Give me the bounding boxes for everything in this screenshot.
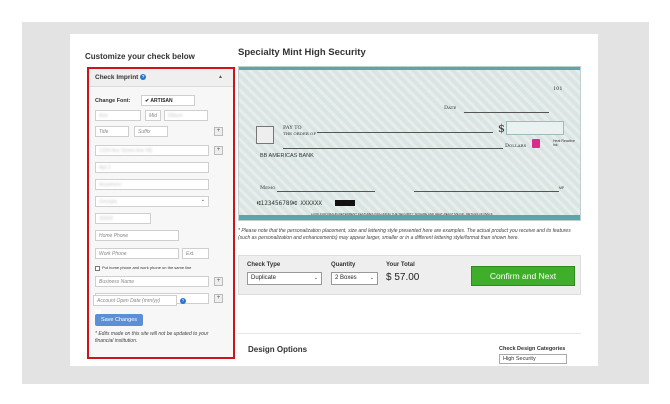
- check-style-title: Specialty Mint High Security: [238, 47, 366, 58]
- city-input[interactable]: Anywhere: [95, 179, 209, 190]
- confirm-next-button[interactable]: Confirm and Next: [471, 266, 575, 286]
- bank-name: BB AMERICAS BANK: [260, 153, 314, 159]
- order-bar: Check Type Duplicate ⌄ Quantity 2 Boxes …: [238, 255, 581, 295]
- same-line-label: Put home phone and work phone on the sam…: [102, 265, 192, 270]
- check-icon: ✔: [145, 98, 150, 104]
- check-number: 101: [553, 86, 563, 92]
- section-divider: [238, 333, 581, 334]
- memo-label: Memo: [260, 185, 276, 191]
- extension-input[interactable]: Ext.: [182, 248, 209, 259]
- total-label: Your Total: [386, 262, 415, 268]
- check-preview: 101 Date Pay to the order of $ Dollars H…: [238, 66, 581, 221]
- help-icon[interactable]: ?: [140, 74, 147, 80]
- suffix-input[interactable]: Suffix: [134, 126, 168, 137]
- heat-reactive-label: Heat Reactive Ink: [553, 139, 575, 147]
- account-open-date-input[interactable]: Account Open Date (mm/yy): [93, 295, 177, 306]
- signature-line: [414, 191, 559, 192]
- total-value: $ 57.00: [386, 272, 420, 283]
- dollar-sign: $: [498, 122, 505, 135]
- font-value: ARTISAN: [150, 98, 173, 104]
- lock-icon: [532, 139, 540, 148]
- account-date-help-icon[interactable]: ?: [180, 298, 186, 304]
- save-changes-button[interactable]: Save Changes: [95, 314, 143, 326]
- state-select[interactable]: Georgia ⌄: [95, 196, 209, 207]
- personalization-notice: * Please note that the personalization p…: [238, 228, 571, 241]
- dollars-label: Dollars: [505, 143, 527, 149]
- redaction-bar: [335, 200, 355, 206]
- check-bottom-stripe: [239, 215, 580, 220]
- check-type-select[interactable]: Duplicate ⌄: [247, 272, 322, 285]
- check-type-label: Check Type: [247, 262, 281, 268]
- design-options-title: Design Options: [248, 345, 308, 354]
- imprint-header[interactable]: Check Imprint ? ▲: [89, 69, 233, 87]
- middle-initial-input[interactable]: Mid: [145, 110, 161, 121]
- check-imprint-panel: Check Imprint ? ▲ Change Font: ✔ ARTISAN…: [87, 67, 235, 359]
- font-select[interactable]: ✔ ARTISAN: [141, 95, 195, 106]
- quantity-select[interactable]: 2 Boxes ⌄: [331, 272, 378, 285]
- work-phone-input[interactable]: Work Phone: [95, 248, 179, 259]
- add-misc-line-button[interactable]: +: [214, 294, 223, 303]
- title-input[interactable]: Title: [95, 126, 129, 137]
- check-top-stripe: [239, 67, 580, 70]
- chevron-down-icon: ⌄: [200, 197, 205, 203]
- design-categories-label: Check Design Categories: [499, 346, 566, 352]
- payee-line: [317, 132, 493, 133]
- security-logo-icon: [256, 126, 274, 144]
- design-categories-select[interactable]: High Security: [499, 354, 567, 364]
- quantity-value: 2 Boxes: [335, 275, 357, 281]
- address-line1-input[interactable]: 1234 Any Street Ave NE: [95, 145, 209, 156]
- imprint-header-label: Check Imprint: [95, 74, 139, 81]
- last-name-input[interactable]: Ellison: [164, 110, 208, 121]
- memo-line: [277, 191, 375, 192]
- chevron-down-icon: ⌄: [313, 275, 318, 281]
- quantity-label: Quantity: [331, 262, 356, 268]
- mp-mark: MP: [559, 186, 565, 190]
- written-amount-line: [283, 148, 503, 149]
- business-name-input[interactable]: Business Name: [95, 276, 209, 287]
- zip-input[interactable]: 30000: [95, 213, 151, 224]
- font-label: Change Font:: [95, 98, 131, 104]
- edit-disclaimer: * Edits made on this site will not be up…: [95, 331, 209, 344]
- add-business-line-button[interactable]: +: [214, 277, 223, 286]
- add-line-button[interactable]: +: [214, 127, 223, 136]
- customize-title: Customize your check below: [85, 52, 195, 61]
- check-type-value: Duplicate: [251, 275, 277, 281]
- add-address-line-button[interactable]: +: [214, 146, 223, 155]
- home-phone-input[interactable]: Home Phone: [95, 230, 179, 241]
- first-name-input[interactable]: Ann: [95, 110, 141, 121]
- same-line-checkbox[interactable]: [95, 266, 100, 271]
- date-line: [464, 112, 549, 113]
- amount-box: [506, 121, 564, 135]
- micr-line: ⑆123456789⑆ XXXXXX: [257, 200, 322, 207]
- chevron-down-icon: ⌄: [369, 275, 374, 281]
- collapse-icon[interactable]: ▲: [218, 74, 223, 80]
- order-of-label: the order of: [283, 131, 317, 136]
- date-label: Date: [444, 105, 457, 111]
- address-line2-input[interactable]: Apt 2: [95, 162, 209, 173]
